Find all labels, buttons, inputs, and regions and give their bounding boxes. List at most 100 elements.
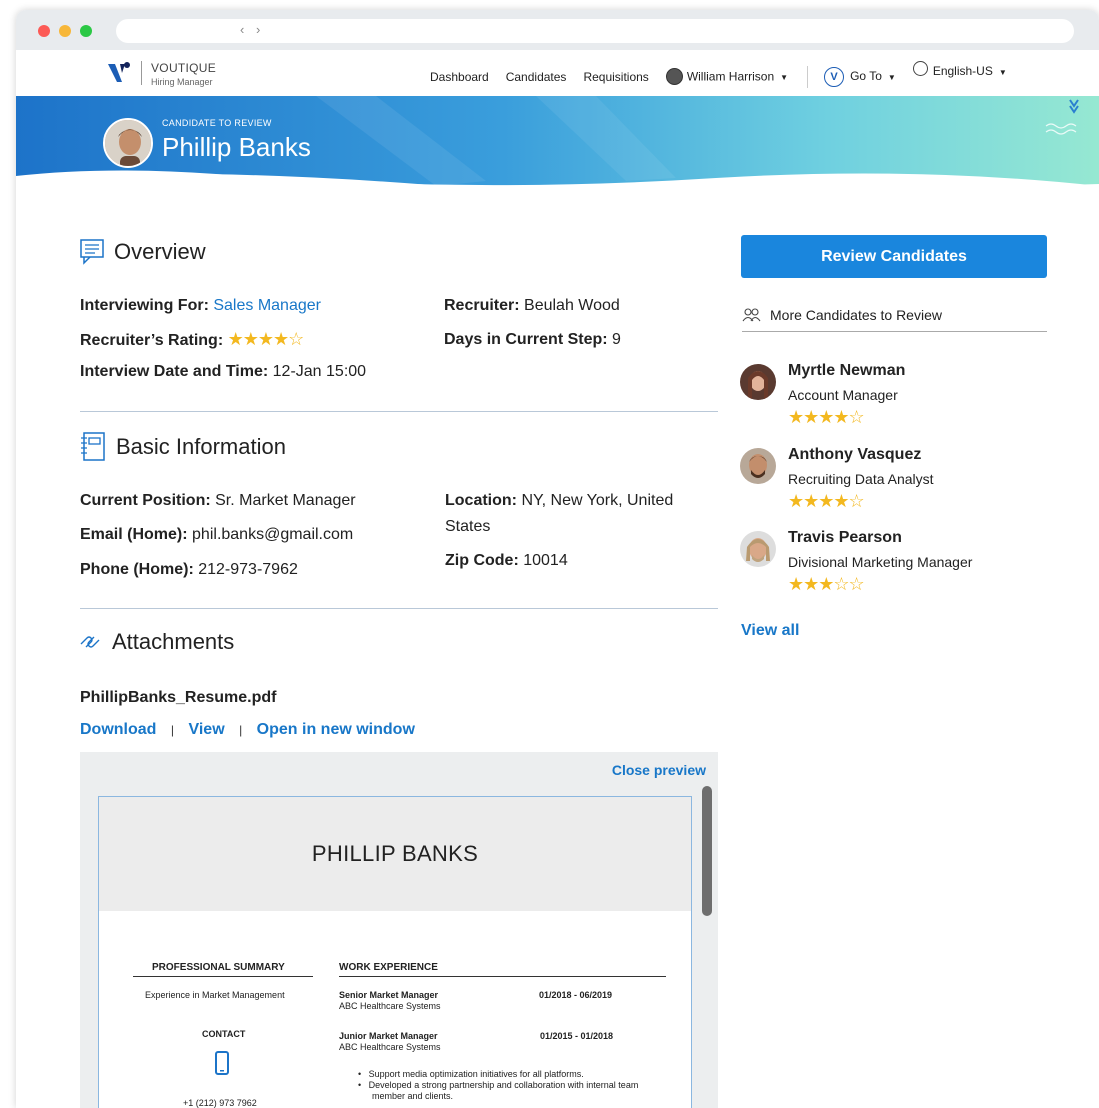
download-link[interactable]: Download xyxy=(80,721,156,738)
resume-summary-heading: PROFESSIONAL SUMMARY xyxy=(152,962,285,973)
candidate-avatar xyxy=(740,364,776,400)
resume-bullet: • Developed a strong partnership and col… xyxy=(358,1080,639,1090)
resume-job2-company: ABC Healthcare Systems xyxy=(339,1042,441,1052)
resume-preview: Close preview PHILLIP BANKS PROFESSIONAL… xyxy=(80,752,718,1108)
email-home: Email (Home): phil.banks@gmail.com xyxy=(80,522,353,548)
minimize-window-dot[interactable] xyxy=(59,25,71,37)
preview-scrollbar[interactable] xyxy=(702,786,712,916)
candidate-card[interactable]: Anthony Vasquez Recruiting Data Analyst … xyxy=(740,446,1040,516)
current-position-label: Current Position: xyxy=(80,492,211,509)
nav-candidates[interactable]: Candidates xyxy=(506,70,567,84)
resume-bullet-text: Developed a strong partnership and colla… xyxy=(368,1080,639,1090)
resume-job1-title: Senior Market Manager xyxy=(339,990,439,1000)
location: Location: NY, New York, United States xyxy=(445,488,705,540)
action-separator: | xyxy=(239,723,243,737)
browser-chrome: ‹ › xyxy=(16,10,1099,50)
maximize-window-dot[interactable] xyxy=(80,25,92,37)
section-divider xyxy=(80,608,718,609)
days-in-step: Days in Current Step: 9 xyxy=(444,327,621,353)
basic-info-title: Basic Information xyxy=(116,434,286,459)
days-in-step-value: 9 xyxy=(612,331,621,348)
address-bar[interactable]: ‹ › xyxy=(116,19,1074,43)
zip-label: Zip Code: xyxy=(445,552,519,569)
section-divider xyxy=(80,411,718,412)
recruiter-rating-label: Recruiter’s Rating: xyxy=(80,332,224,349)
attachments-heading: Attachments xyxy=(78,629,234,655)
candidate-rating: ★★★★☆ xyxy=(788,407,865,427)
interview-datetime-label: Interview Date and Time: xyxy=(80,363,269,380)
more-candidates-heading: More Candidates to Review xyxy=(742,307,942,323)
candidate-avatar xyxy=(740,448,776,484)
interview-datetime-value: 12-Jan 15:00 xyxy=(272,363,367,380)
nav-requisitions[interactable]: Requisitions xyxy=(583,70,648,84)
sidebar-divider xyxy=(742,331,1047,332)
user-menu[interactable]: William Harrison ▼ xyxy=(665,67,789,86)
attachment-link-icon xyxy=(80,636,100,648)
banner-eyebrow: CANDIDATE TO REVIEW xyxy=(162,118,272,128)
candidate-rating: ★★★☆☆ xyxy=(788,574,865,594)
resume-contact-heading: CONTACT xyxy=(202,1029,246,1039)
candidate-name: Phillip Banks xyxy=(162,132,311,162)
location-label: Location: xyxy=(445,492,517,509)
attachments-title: Attachments xyxy=(112,629,235,654)
interviewing-for-link[interactable]: Sales Manager xyxy=(213,297,321,314)
recruiter-value: Beulah Wood xyxy=(524,297,620,314)
logo-divider xyxy=(141,61,142,85)
resume-job1-company: ABC Healthcare Systems xyxy=(339,1001,441,1011)
goto-label: Go To xyxy=(850,69,882,84)
view-all-link[interactable]: View all xyxy=(741,622,799,640)
people-icon xyxy=(742,308,761,322)
language-label: English-US xyxy=(932,64,993,79)
resume-page: PHILLIP BANKS PROFESSIONAL SUMMARY Exper… xyxy=(98,796,692,1108)
resume-bullet-cont: member and clients. xyxy=(372,1091,454,1101)
phone-icon xyxy=(215,1051,229,1075)
candidate-name[interactable]: Anthony Vasquez xyxy=(788,446,921,464)
resume-job2-dates: 01/2015 - 01/2018 xyxy=(540,1031,614,1041)
close-window-dot[interactable] xyxy=(38,25,50,37)
email-value[interactable]: phil.banks@gmail.com xyxy=(192,526,353,543)
phone-label: Phone (Home): xyxy=(80,561,194,578)
recruiter-label: Recruiter: xyxy=(444,297,520,314)
close-preview-link[interactable]: Close preview xyxy=(612,762,706,778)
candidate-name[interactable]: Myrtle Newman xyxy=(788,362,905,380)
goto-menu[interactable]: V Go To ▼ xyxy=(824,67,896,87)
candidate-banner: CANDIDATE TO REVIEW Phillip Banks xyxy=(16,96,1099,196)
resume-rule xyxy=(133,976,313,977)
caret-down-icon: ▼ xyxy=(887,73,896,83)
current-position: Current Position: Sr. Market Manager xyxy=(80,488,356,514)
resume-name: PHILLIP BANKS xyxy=(99,797,691,911)
back-forward-icon[interactable]: ‹ › xyxy=(240,22,264,37)
review-candidates-button[interactable]: Review Candidates xyxy=(741,235,1047,278)
resume-bullet-text: Support media optimization initiatives f… xyxy=(368,1069,584,1079)
logo-subtitle: Hiring Manager xyxy=(151,77,213,87)
open-new-window-link[interactable]: Open in new window xyxy=(257,721,415,738)
nav-dashboard[interactable]: Dashboard xyxy=(430,70,489,84)
view-link[interactable]: View xyxy=(188,721,224,738)
resume-work-heading: WORK EXPERIENCE xyxy=(339,962,438,973)
nav-divider xyxy=(807,66,809,88)
candidate-card[interactable]: Travis Pearson Divisional Marketing Mana… xyxy=(740,529,1040,599)
candidate-card[interactable]: Myrtle Newman Account Manager ★★★★☆ xyxy=(740,362,1040,432)
caret-down-icon: ▼ xyxy=(780,73,789,83)
voutique-circle-icon: V xyxy=(824,67,845,87)
more-candidates-title: More Candidates to Review xyxy=(770,307,942,323)
zip-code: Zip Code: 10014 xyxy=(445,548,568,574)
candidate-avatar xyxy=(103,118,153,168)
email-label: Email (Home): xyxy=(80,526,188,543)
user-name: William Harrison xyxy=(686,69,775,84)
resume-rule xyxy=(339,976,666,977)
logo-name: VOUTIQUE xyxy=(151,61,217,75)
notebook-icon xyxy=(81,432,105,461)
recruiter: Recruiter: Beulah Wood xyxy=(444,293,620,319)
voutique-logo-icon[interactable] xyxy=(106,60,132,86)
interview-datetime: Interview Date and Time: 12-Jan 15:00 xyxy=(80,359,366,385)
basic-info-heading: Basic Information xyxy=(80,432,286,462)
candidate-name[interactable]: Travis Pearson xyxy=(788,529,902,547)
current-position-value: Sr. Market Manager xyxy=(215,492,356,509)
attachment-actions: Download | View | Open in new window xyxy=(80,717,415,743)
phone-value[interactable]: 212-973-7962 xyxy=(198,561,298,578)
chat-document-icon xyxy=(80,239,104,265)
language-menu[interactable]: English-US ▼ xyxy=(912,60,1007,79)
recruiter-rating: Recruiter’s Rating: ★★★★☆ xyxy=(80,326,304,354)
globe-icon xyxy=(912,60,928,76)
